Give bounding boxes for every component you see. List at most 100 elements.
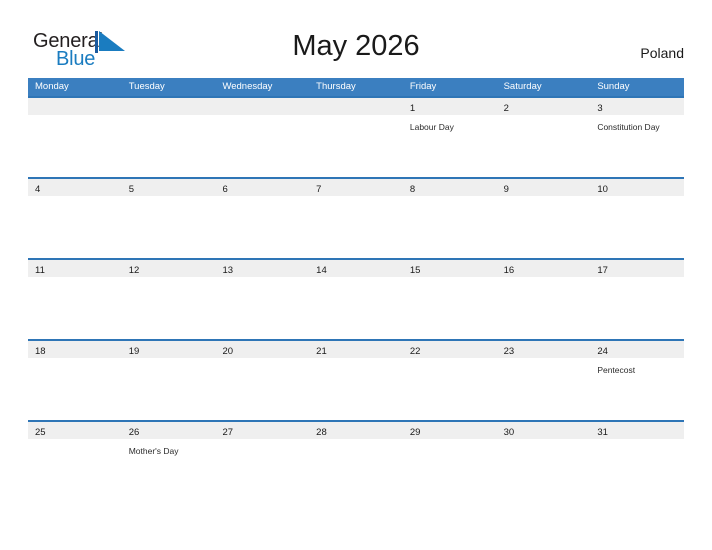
event-cell[interactable] [28, 358, 122, 420]
event-cell[interactable] [122, 115, 216, 177]
event-cell[interactable] [403, 358, 497, 420]
day-number: 18 [35, 346, 46, 357]
day-number: 27 [222, 427, 234, 438]
event-cell[interactable] [122, 196, 216, 258]
day-cell[interactable]: 30 [497, 422, 591, 439]
event-cell[interactable] [590, 196, 684, 258]
day-cell[interactable]: 29 [403, 422, 497, 439]
day-number: 20 [222, 346, 234, 357]
day-cell[interactable]: 13 [215, 260, 309, 277]
event-cell[interactable] [28, 196, 122, 258]
day-number: 28 [316, 427, 327, 438]
day-cell[interactable]: 10 [590, 179, 684, 196]
event-cell[interactable]: Pentecost [590, 358, 684, 420]
day-cell[interactable]: 11 [28, 260, 122, 277]
weekday-header-wednesday: Wednesday [222, 81, 273, 92]
event-cell[interactable] [497, 115, 591, 177]
day-cell[interactable]: 8 [403, 179, 497, 196]
event-cell[interactable] [309, 439, 403, 501]
day-cell[interactable]: 25 [28, 422, 122, 439]
event-cell[interactable] [28, 439, 122, 501]
event-cell[interactable] [215, 358, 309, 420]
day-cell[interactable]: 20 [215, 341, 309, 358]
day-number: 12 [128, 265, 140, 276]
day-cell[interactable]: 18 [28, 341, 122, 358]
day-number: 17 [597, 265, 608, 276]
week-date-band: 18 19 20 21 22 23 24 [28, 341, 684, 358]
page-title: May 2026 [292, 30, 420, 62]
weekday-header-tuesday: Tuesday [128, 81, 165, 92]
event-cell[interactable] [309, 358, 403, 420]
day-cell[interactable]: 12 [122, 260, 216, 277]
day-cell[interactable]: 5 [122, 179, 216, 196]
day-number: 26 [128, 427, 140, 438]
event-cell[interactable] [309, 196, 403, 258]
event-cell[interactable] [28, 115, 122, 177]
event-label: Labour Day [409, 122, 454, 132]
day-cell[interactable]: 14 [309, 260, 403, 277]
event-cell[interactable] [215, 439, 309, 501]
event-cell[interactable] [497, 439, 591, 501]
day-cell[interactable]: 16 [497, 260, 591, 277]
event-cell[interactable]: Constitution Day [590, 115, 684, 177]
day-cell[interactable]: 26 [122, 422, 216, 439]
day-cell[interactable]: 3 [590, 98, 684, 115]
event-cell[interactable] [497, 358, 591, 420]
day-cell[interactable]: 19 [122, 341, 216, 358]
day-cell[interactable]: 9 [497, 179, 591, 196]
weekday-header-sunday: Sunday [597, 81, 630, 92]
day-number: 13 [222, 265, 234, 276]
day-number: 7 [316, 184, 322, 195]
day-cell[interactable]: 22 [403, 341, 497, 358]
event-cell[interactable]: Mother's Day [122, 439, 216, 501]
event-cell[interactable] [215, 115, 309, 177]
day-cell[interactable] [215, 98, 309, 115]
day-number: 1 [409, 103, 416, 114]
day-number: 22 [409, 346, 421, 357]
event-cell[interactable] [403, 277, 497, 339]
day-number: 8 [409, 184, 416, 195]
day-cell[interactable]: 15 [403, 260, 497, 277]
day-number: 6 [222, 184, 228, 195]
weekday-header-monday: Monday [35, 81, 69, 92]
day-cell[interactable]: 2 [497, 98, 591, 115]
weekday-header-thursday: Thursday [316, 81, 356, 92]
week-row: 4 5 6 7 8 9 10 [28, 177, 684, 258]
day-cell[interactable]: 31 [590, 422, 684, 439]
day-cell[interactable]: 7 [309, 179, 403, 196]
day-cell[interactable] [309, 98, 403, 115]
event-cell[interactable]: Labour Day [403, 115, 497, 177]
day-cell[interactable]: 23 [497, 341, 591, 358]
event-cell[interactable] [122, 277, 216, 339]
country-label: Poland [640, 45, 684, 61]
event-cell[interactable] [215, 277, 309, 339]
event-cell[interactable] [28, 277, 122, 339]
week-row: 18 19 20 21 22 23 24 Pentecost [28, 339, 684, 420]
day-cell[interactable]: 24 [590, 341, 684, 358]
event-cell[interactable] [497, 196, 591, 258]
day-cell[interactable]: 1 [403, 98, 497, 115]
day-number: 15 [409, 265, 421, 276]
event-cell[interactable] [403, 439, 497, 501]
day-number: 25 [35, 427, 46, 438]
event-cell[interactable] [309, 277, 403, 339]
day-cell[interactable] [28, 98, 122, 115]
event-cell[interactable] [309, 115, 403, 177]
day-cell[interactable]: 28 [309, 422, 403, 439]
day-cell[interactable]: 17 [590, 260, 684, 277]
day-number: 16 [503, 265, 515, 276]
event-cell[interactable] [590, 439, 684, 501]
day-cell[interactable]: 21 [309, 341, 403, 358]
day-cell[interactable]: 27 [215, 422, 309, 439]
event-cell[interactable] [215, 196, 309, 258]
week-date-band: 11 12 13 14 15 16 17 [28, 260, 684, 277]
event-cell[interactable] [122, 358, 216, 420]
day-cell[interactable]: 6 [215, 179, 309, 196]
day-number: 23 [503, 346, 515, 357]
event-cell[interactable] [403, 196, 497, 258]
event-cell[interactable] [590, 277, 684, 339]
day-cell[interactable]: 4 [28, 179, 122, 196]
day-cell[interactable] [122, 98, 216, 115]
event-cell[interactable] [497, 277, 591, 339]
day-number: 31 [597, 427, 608, 438]
